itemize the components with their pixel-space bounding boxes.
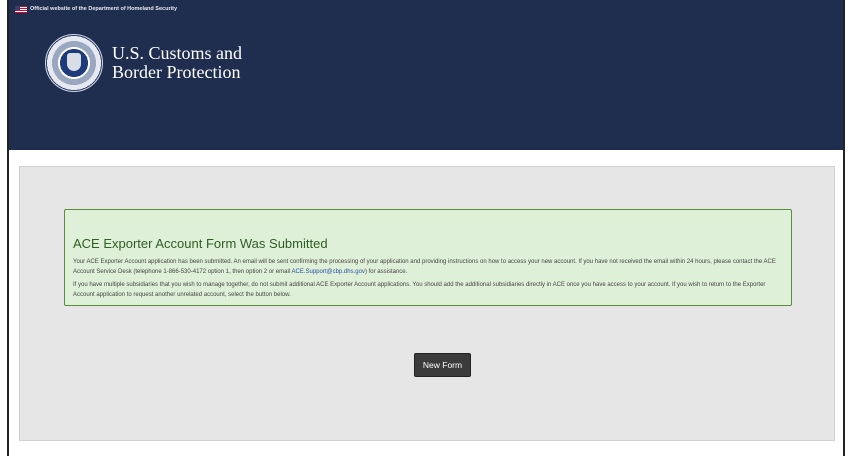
- brand-line-1: U.S. Customs and: [112, 43, 243, 63]
- new-form-button[interactable]: New Form: [414, 353, 471, 377]
- success-alert: ACE Exporter Account Form Was Submitted …: [64, 209, 792, 306]
- brand-line-2: Border Protection: [112, 62, 241, 82]
- alert-para1-end: ) for assistance.: [364, 269, 408, 275]
- us-flag-icon: [15, 5, 27, 13]
- alert-para1-text: Your ACE Exporter Account application ha…: [73, 259, 776, 275]
- support-email-link[interactable]: ACE.Support@cbp.dhs.gov: [291, 269, 364, 275]
- gov-banner: Official website of the Department of Ho…: [15, 4, 177, 14]
- main-content: ACE Exporter Account Form Was Submitted …: [19, 166, 835, 441]
- alert-paragraph-2: If you have multiple subsidiaries that y…: [73, 282, 766, 298]
- dhs-seal-icon: [45, 34, 103, 92]
- cbp-logo-link[interactable]: U.S. Customs and Border Protection: [45, 34, 242, 92]
- alert-title: ACE Exporter Account Form Was Submitted: [73, 236, 328, 251]
- brand-name: U.S. Customs and Border Protection: [112, 44, 242, 82]
- alert-paragraph-1: Your ACE Exporter Account application ha…: [73, 257, 783, 277]
- gov-banner-text: Official website of the Department of Ho…: [30, 6, 177, 12]
- page-frame: Official website of the Department of Ho…: [7, 0, 845, 456]
- site-header: Official website of the Department of Ho…: [9, 0, 843, 150]
